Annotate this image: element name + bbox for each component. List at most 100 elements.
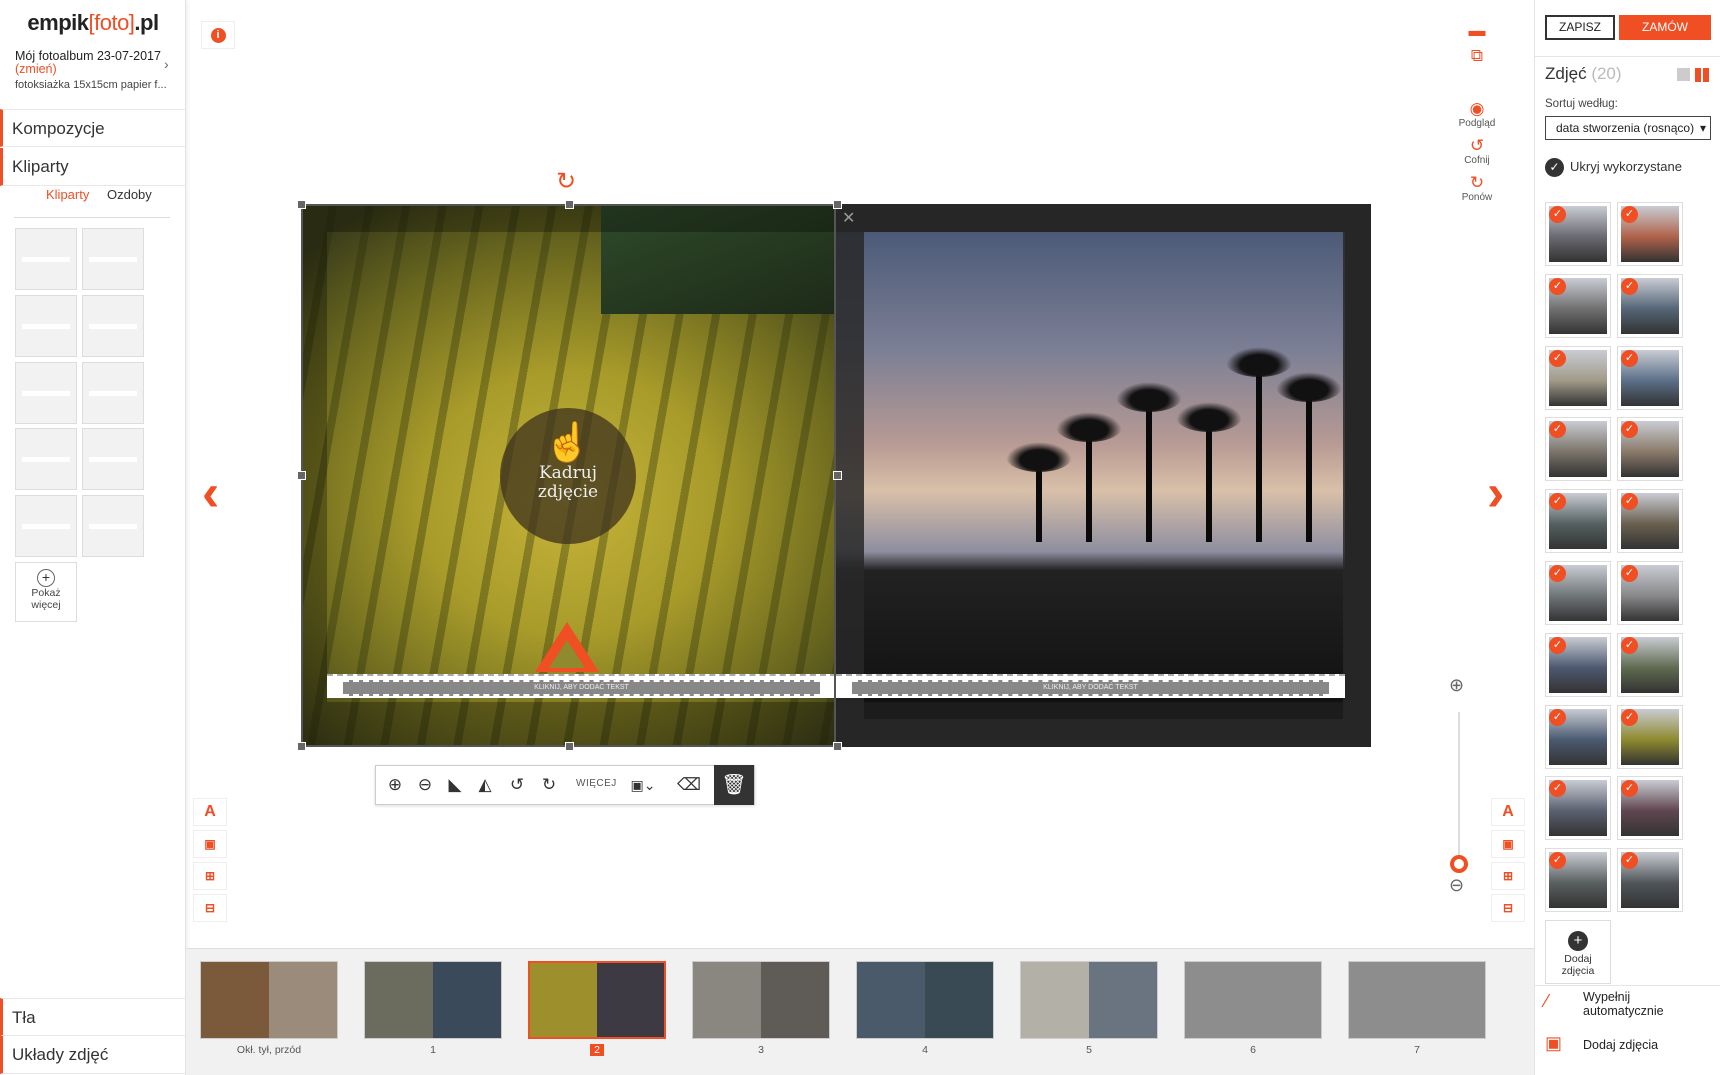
list-view-icon[interactable] — [1677, 68, 1690, 81]
resize-handle[interactable] — [565, 200, 574, 209]
next-page-arrow-icon[interactable]: › — [1487, 467, 1504, 519]
page-thumbnail[interactable] — [1020, 961, 1158, 1039]
more-button[interactable]: WIĘCEJ — [576, 778, 617, 789]
page-thumbnail[interactable] — [364, 961, 502, 1039]
page-thumbnail[interactable] — [692, 961, 830, 1039]
photo-thumbnail[interactable]: ✓ — [1545, 632, 1611, 697]
subtab-kliparty[interactable]: Kliparty — [46, 187, 89, 202]
photo-thumbnail[interactable]: ✓ — [1617, 417, 1683, 482]
resize-handle[interactable] — [297, 471, 306, 480]
add-text-right-icon[interactable]: A — [1491, 798, 1525, 826]
grid-view-icon[interactable] — [1695, 68, 1709, 82]
autofill-button[interactable]: ⁄ Wypełnij automatycznie — [1535, 985, 1720, 1021]
add-photo-left-icon[interactable]: ▣ — [193, 830, 227, 858]
resize-handle[interactable] — [833, 471, 842, 480]
photo-thumbnail[interactable]: ✓ — [1617, 632, 1683, 697]
add-page-right-icon[interactable]: ⊞ — [1491, 862, 1525, 890]
prev-page-arrow-icon[interactable]: ‹ — [202, 467, 219, 519]
crop-photo-button[interactable]: ☝ Kadruj zdjęcie — [500, 408, 636, 544]
nav-tla[interactable]: Tła — [0, 998, 186, 1036]
resize-handle[interactable] — [833, 742, 842, 751]
album-info[interactable]: Mój fotoalbum 23-07-2017 (zmień) fotoksi… — [15, 50, 175, 92]
photo-thumbnail[interactable]: ✓ — [1545, 776, 1611, 841]
clipart-item[interactable] — [82, 428, 144, 490]
nav-uklady[interactable]: Układy zdjęć — [0, 1036, 186, 1074]
logo[interactable]: empik[foto].pl — [0, 10, 186, 36]
close-icon[interactable]: ✕ — [842, 208, 855, 228]
zoom-slider-knob[interactable] — [1450, 855, 1468, 873]
photo-thumbnail[interactable]: ✓ — [1617, 489, 1683, 554]
zoom-out-icon[interactable]: ⊖ — [412, 774, 438, 796]
photo-thumbnail[interactable]: ✓ — [1617, 202, 1683, 266]
photo-thumbnail[interactable]: ✓ — [1545, 345, 1611, 410]
clipart-item[interactable] — [15, 295, 77, 357]
add-photo-right-icon[interactable]: ▣ — [1491, 830, 1525, 858]
info-button[interactable]: i — [201, 21, 235, 49]
photo-thumbnail[interactable]: ✓ — [1545, 561, 1611, 625]
chevron-right-icon[interactable]: › — [164, 56, 169, 72]
nav-kliparty[interactable]: Kliparty — [0, 148, 186, 186]
show-more-button[interactable]: + Pokaż więcej — [15, 562, 77, 622]
photo-thumbnail[interactable]: ✓ — [1545, 202, 1611, 266]
zoom-in-icon[interactable]: ⊕ — [382, 774, 408, 796]
zoom-out-icon[interactable]: ⊖ — [1449, 875, 1464, 896]
flip-horizontal-icon[interactable]: ◣ — [442, 774, 468, 796]
rotate-handle-icon[interactable]: ↻ — [556, 170, 576, 194]
photo-thumbnail[interactable]: ✓ — [1545, 848, 1611, 913]
undo-button[interactable]: ↺ Cofnij — [1451, 137, 1503, 167]
rotate-right-icon[interactable]: ↻ — [536, 774, 562, 796]
page-right[interactable]: KLIKNIJ, ABY DODAĆ TEKST — [836, 204, 1371, 747]
clipart-item[interactable] — [15, 428, 77, 490]
filter-dropdown-icon[interactable]: ▣⌄ — [630, 774, 656, 796]
zoom-slider[interactable] — [1458, 712, 1460, 862]
page-thumbnail[interactable] — [856, 961, 994, 1039]
remove-page-right-icon[interactable]: ⊟ — [1491, 894, 1525, 922]
single-page-view-icon[interactable]: ▬ — [1451, 22, 1503, 40]
album-change-link[interactable]: (zmień) — [15, 63, 175, 76]
photo-thumbnail[interactable]: ✓ — [1545, 489, 1611, 554]
subtab-ozdoby[interactable]: Ozdoby — [107, 187, 152, 202]
resize-handle[interactable] — [833, 200, 842, 209]
photo-thumbnail[interactable]: ✓ — [1617, 848, 1683, 913]
photo-thumbnail[interactable]: ✓ — [1617, 273, 1683, 338]
resize-handle[interactable] — [297, 742, 306, 751]
photo-thumbnail[interactable]: ✓ — [1617, 776, 1683, 841]
clipart-item[interactable] — [15, 362, 77, 424]
clipart-item[interactable] — [15, 495, 77, 557]
low-quality-warning-icon[interactable] — [535, 622, 599, 672]
add-text-left-icon[interactable]: A — [193, 798, 227, 826]
page-thumbnail[interactable] — [1184, 961, 1322, 1039]
page-thumbnail[interactable] — [528, 961, 666, 1039]
photo-thumbnail[interactable]: ✓ — [1545, 417, 1611, 482]
hide-used-toggle[interactable]: ✓ Ukryj wykorzystane — [1545, 158, 1682, 177]
photo-thumbnail[interactable]: ✓ — [1617, 345, 1683, 410]
photo-thumbnail[interactable]: ✓ — [1617, 561, 1683, 625]
save-button[interactable]: ZAPISZ — [1545, 15, 1615, 40]
order-button[interactable]: ZAMÓW — [1619, 15, 1711, 40]
redo-button[interactable]: ↻ Ponów — [1451, 174, 1503, 204]
text-field-right[interactable]: KLIKNIJ, ABY DODAĆ TEKST — [836, 674, 1345, 698]
page-thumbnail[interactable] — [200, 961, 338, 1039]
photo-thumbnail[interactable]: ✓ — [1545, 704, 1611, 769]
resize-handle[interactable] — [565, 742, 574, 751]
trash-icon[interactable]: 🗑 — [714, 765, 754, 805]
eraser-icon[interactable]: ⌫ — [676, 774, 702, 796]
add-page-left-icon[interactable]: ⊞ — [193, 862, 227, 890]
resize-handle[interactable] — [297, 200, 306, 209]
clipart-item[interactable] — [82, 228, 144, 290]
clipart-item[interactable] — [15, 228, 77, 290]
nav-kompozycje[interactable]: Kompozycje — [0, 109, 186, 147]
clipart-item[interactable] — [82, 495, 144, 557]
flip-vertical-icon[interactable]: ◭ — [472, 774, 498, 796]
add-photos-button[interactable]: ▣ Dodaj zdjęcia — [1535, 1028, 1720, 1064]
rotate-left-icon[interactable]: ↺ — [504, 774, 530, 796]
add-photo-button[interactable]: + Dodaj zdjęcia — [1545, 920, 1611, 984]
spread-view-icon[interactable]: ⧉ — [1451, 47, 1503, 65]
photo-thumbnail[interactable]: ✓ — [1545, 273, 1611, 338]
preview-button[interactable]: ◉ Podgląd — [1451, 100, 1503, 130]
sort-select[interactable]: data stworzenia (rosnąco) — [1545, 116, 1711, 140]
remove-page-left-icon[interactable]: ⊟ — [193, 894, 227, 922]
clipart-item[interactable] — [82, 295, 144, 357]
page-thumbnail[interactable] — [1348, 961, 1486, 1039]
photo-thumbnail[interactable]: ✓ — [1617, 704, 1683, 769]
